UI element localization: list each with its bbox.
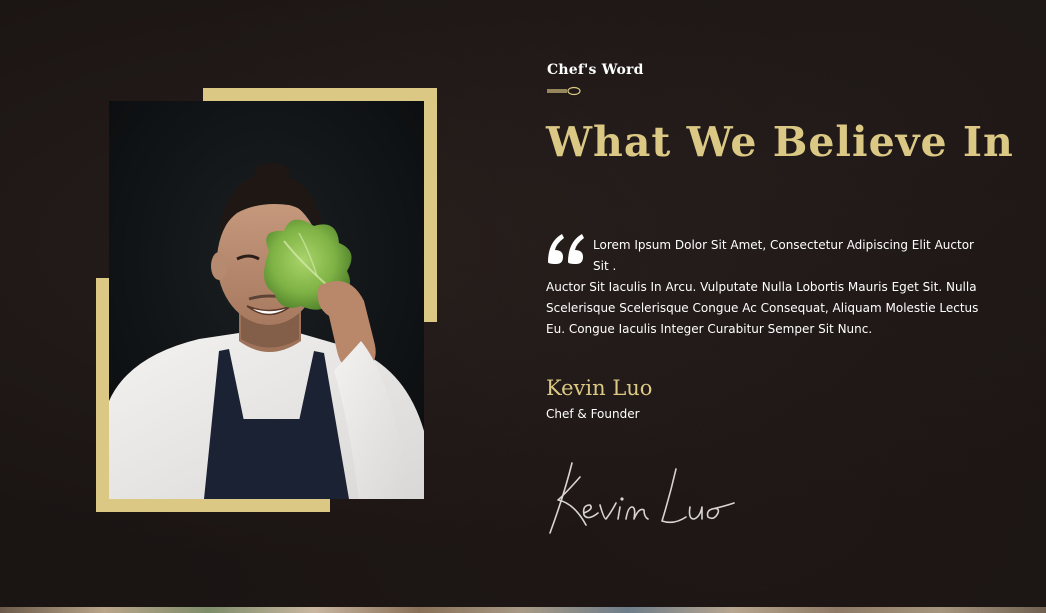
quote-icon bbox=[548, 234, 584, 264]
section-headline: What We Believe In bbox=[546, 118, 1014, 166]
quote-lead-text: Lorem Ipsum Dolor Sit Amet, Consectetur … bbox=[593, 238, 974, 273]
section-eyebrow: Chef's Word bbox=[547, 62, 644, 78]
chef-photo bbox=[109, 101, 424, 499]
bottom-image-strip bbox=[0, 607, 1046, 613]
spoon-icon bbox=[547, 86, 581, 96]
author-name: Kevin Luo bbox=[546, 376, 653, 400]
author-role: Chef & Founder bbox=[546, 407, 640, 421]
quote-body-text: Auctor Sit Iaculis In Arcu. Vulputate Nu… bbox=[546, 280, 979, 336]
signature-image bbox=[549, 462, 735, 534]
